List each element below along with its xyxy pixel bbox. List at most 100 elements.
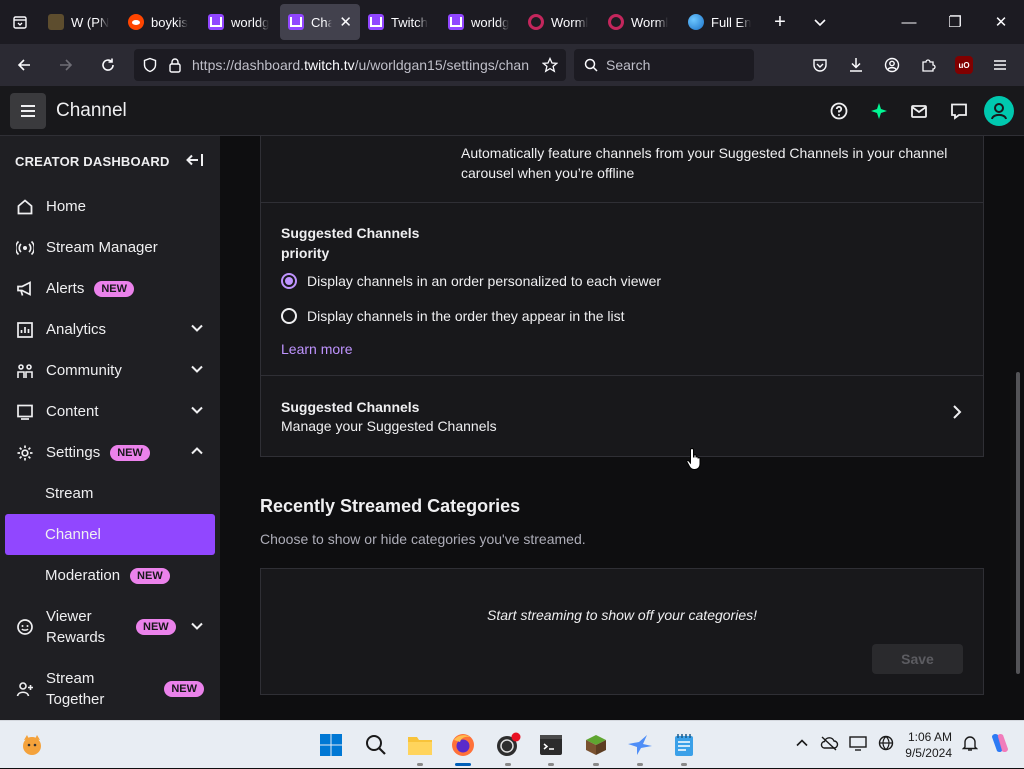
taskbar-search-button[interactable] <box>360 729 392 761</box>
clock[interactable]: 1:06 AM 9/5/2024 <box>905 729 952 761</box>
browser-tab[interactable]: W (PN <box>40 4 120 40</box>
menu-button[interactable] <box>982 47 1018 83</box>
radio-option-personalized[interactable]: Display channels in an order personalize… <box>281 263 963 298</box>
terminal-icon <box>540 735 562 755</box>
radio-button-checked[interactable] <box>281 272 297 289</box>
notepad-icon <box>675 734 693 756</box>
sidebar-subitem-channel[interactable]: Channel <box>5 514 215 555</box>
browser-tab[interactable]: Twitch <box>360 4 440 40</box>
ublock-button[interactable]: uO <box>946 47 982 83</box>
display-icon[interactable] <box>849 735 867 756</box>
bird-app-button[interactable] <box>624 729 656 766</box>
pocket-button[interactable] <box>802 47 838 83</box>
sidebar-item-community[interactable]: Community <box>0 350 220 391</box>
rewards-icon <box>16 618 34 636</box>
learn-more-link[interactable]: Learn more <box>281 341 353 357</box>
megaphone-icon <box>16 280 34 298</box>
recent-categories-description: Choose to show or hide categories you've… <box>260 531 586 547</box>
whispers-button[interactable] <box>944 96 974 126</box>
terminal-button[interactable] <box>535 729 567 766</box>
pocket-icon <box>813 59 827 72</box>
scrollbar[interactable] <box>1016 372 1020 674</box>
collapse-sidebar-icon[interactable] <box>186 152 204 171</box>
manage-suggested-channels-row[interactable]: Suggested Channels Manage your Suggested… <box>261 376 983 456</box>
sidebar-item-stream-together[interactable]: Stream Together NEW <box>0 658 220 720</box>
radio-option-list-order[interactable]: Display channels in the order they appea… <box>281 298 963 333</box>
firefox-button[interactable] <box>447 729 479 766</box>
sidebar-subitem-stream[interactable]: Stream <box>0 473 220 514</box>
help-icon <box>830 102 848 119</box>
notepad-button[interactable] <box>668 729 700 766</box>
sidebar-item-viewer-rewards[interactable]: Viewer Rewards NEW <box>0 596 220 658</box>
close-window-button[interactable]: ✕ <box>978 0 1024 44</box>
forward-button[interactable] <box>48 47 84 83</box>
new-badge: NEW <box>110 444 150 461</box>
firefox-icon <box>452 734 474 756</box>
priority-row: Suggested Channels priority Display chan… <box>261 203 983 376</box>
minimize-button[interactable]: — <box>886 0 932 44</box>
downloads-button[interactable] <box>838 47 874 83</box>
browser-tab[interactable]: worldg <box>200 4 280 40</box>
list-all-tabs-button[interactable] <box>800 0 840 44</box>
browser-tab[interactable]: worldg <box>440 4 520 40</box>
new-badge: NEW <box>164 681 204 697</box>
sidebar-heading: CREATOR DASHBOARD <box>15 153 170 169</box>
sidebar-item-content[interactable]: Content <box>0 391 220 432</box>
sidebar-item-analytics[interactable]: Analytics <box>0 309 220 350</box>
url-bar[interactable]: https://dashboard.twitch.tv/u/worldgan15… <box>134 49 566 81</box>
sidebar-item-settings[interactable]: Settings NEW <box>0 432 220 473</box>
priority-title: Suggested Channels priority <box>281 225 420 261</box>
sidebar-subitem-moderation[interactable]: Moderation NEW <box>0 555 220 596</box>
file-explorer-button[interactable] <box>404 729 436 766</box>
new-tab-button[interactable]: + <box>760 0 800 44</box>
restore-button[interactable]: ❐ <box>932 0 978 44</box>
sidebar-item-label: Stream <box>45 485 94 502</box>
start-button[interactable] <box>315 729 347 761</box>
chevron-down-icon <box>190 619 204 636</box>
close-tab-icon[interactable]: ✕ <box>339 13 352 31</box>
minecraft-button[interactable] <box>580 729 612 766</box>
puzzle-icon <box>922 59 936 72</box>
search-icon <box>366 735 386 755</box>
broadcast-icon <box>16 239 34 257</box>
taskbar-widget-button[interactable] <box>16 729 48 761</box>
tab-list-button[interactable] <box>0 0 40 44</box>
sidebar-item-alerts[interactable]: Alerts NEW <box>0 268 220 309</box>
browser-tab[interactable]: Worml <box>600 4 680 40</box>
hand-pointer-icon <box>686 447 701 470</box>
save-button[interactable]: Save <box>872 644 963 674</box>
chevron-up-icon <box>190 444 204 461</box>
running-indicator <box>681 763 687 766</box>
extensions-button[interactable] <box>910 47 946 83</box>
browser-tab[interactable]: Full En <box>680 4 760 40</box>
account-button[interactable] <box>874 47 910 83</box>
sidebar-item-home[interactable]: Home <box>0 186 220 227</box>
search-input[interactable]: Search <box>574 49 754 81</box>
browser-tab[interactable]: Worml <box>520 4 600 40</box>
obs-button[interactable] <box>492 729 524 766</box>
browser-tab[interactable]: boykis <box>120 4 200 40</box>
reload-button[interactable] <box>90 47 126 83</box>
help-button[interactable] <box>824 96 854 126</box>
recent-categories-title: Recently Streamed Categories <box>260 496 521 516</box>
bell-icon[interactable] <box>961 734 979 757</box>
sparkle-button[interactable] <box>864 96 894 126</box>
browser-tab-active[interactable]: Cha ✕ <box>280 4 360 40</box>
copilot-icon[interactable] <box>988 731 1012 760</box>
network-icon[interactable] <box>877 735 895 756</box>
radio-button[interactable] <box>281 307 297 324</box>
home-icon <box>16 198 34 216</box>
avatar[interactable] <box>984 95 1014 126</box>
pn-favicon-icon <box>48 14 64 30</box>
running-indicator <box>637 763 643 766</box>
inbox-button[interactable] <box>904 96 934 126</box>
reddit-favicon-icon <box>128 14 144 30</box>
sidebar-item-stream-manager[interactable]: Stream Manager <box>0 227 220 268</box>
chevron-up-icon[interactable] <box>795 736 809 755</box>
sidebar-toggle-button[interactable] <box>10 92 46 129</box>
obs-icon <box>497 732 521 756</box>
cloud-off-icon[interactable] <box>819 735 839 756</box>
star-icon[interactable] <box>542 57 558 73</box>
search-icon <box>584 58 598 72</box>
back-button[interactable] <box>6 47 42 83</box>
